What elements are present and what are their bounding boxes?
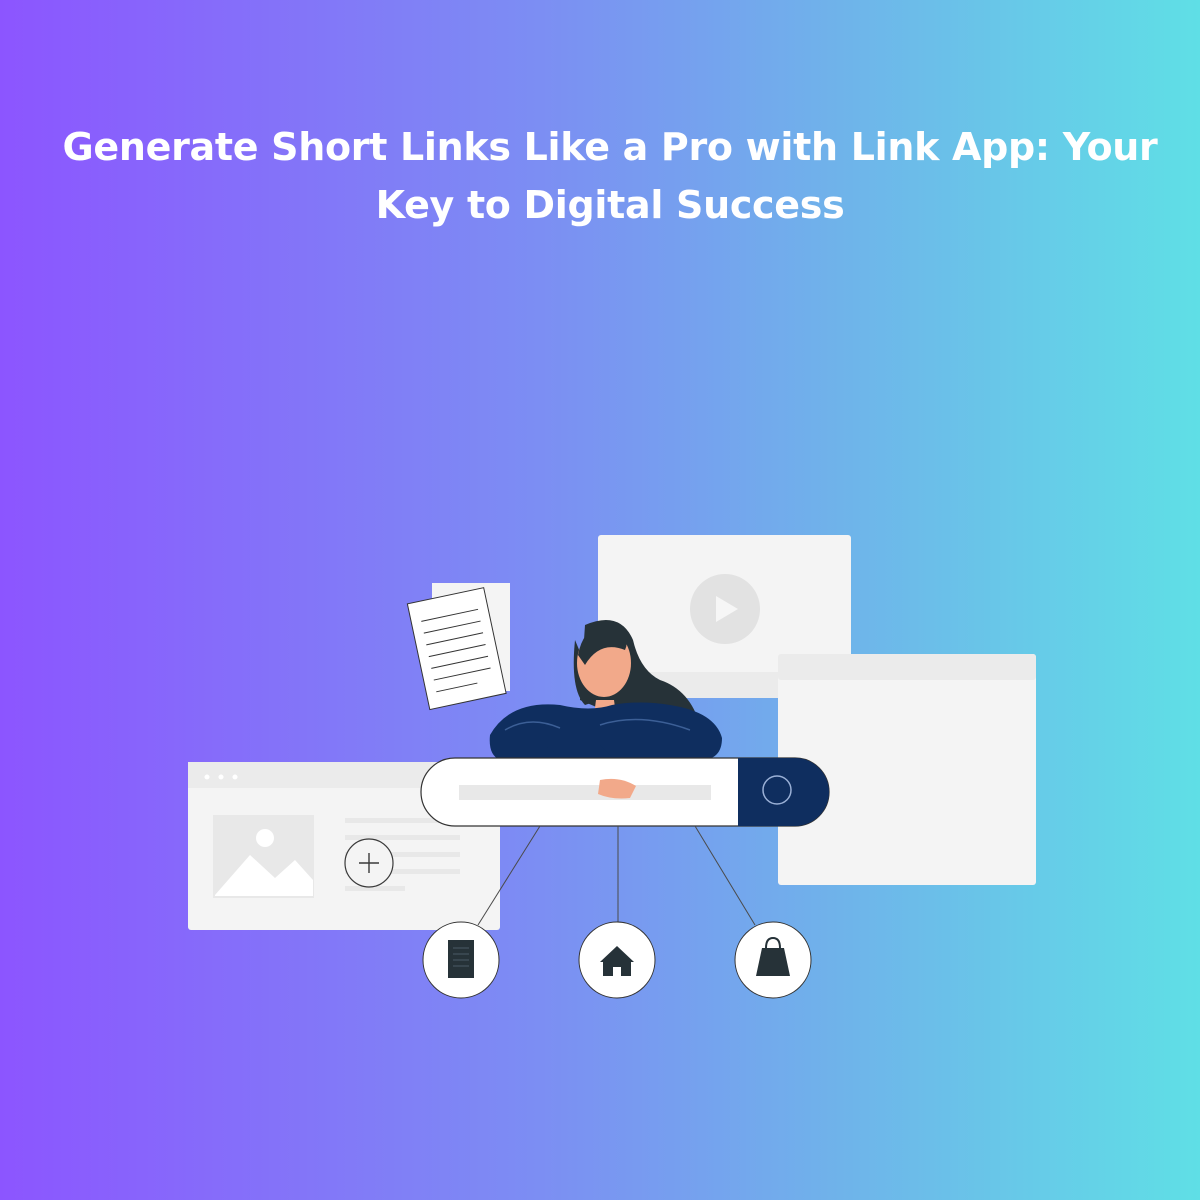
shopping-bag-icon bbox=[734, 921, 812, 999]
home-icon bbox=[578, 921, 656, 999]
document-icon bbox=[422, 921, 500, 999]
play-icon bbox=[690, 574, 760, 644]
plus-icon bbox=[344, 838, 394, 888]
document-stack bbox=[406, 583, 510, 711]
illustration bbox=[188, 535, 1036, 999]
image-placeholder-icon bbox=[213, 815, 314, 898]
connector-lines bbox=[477, 825, 756, 926]
search-bar bbox=[420, 757, 830, 827]
